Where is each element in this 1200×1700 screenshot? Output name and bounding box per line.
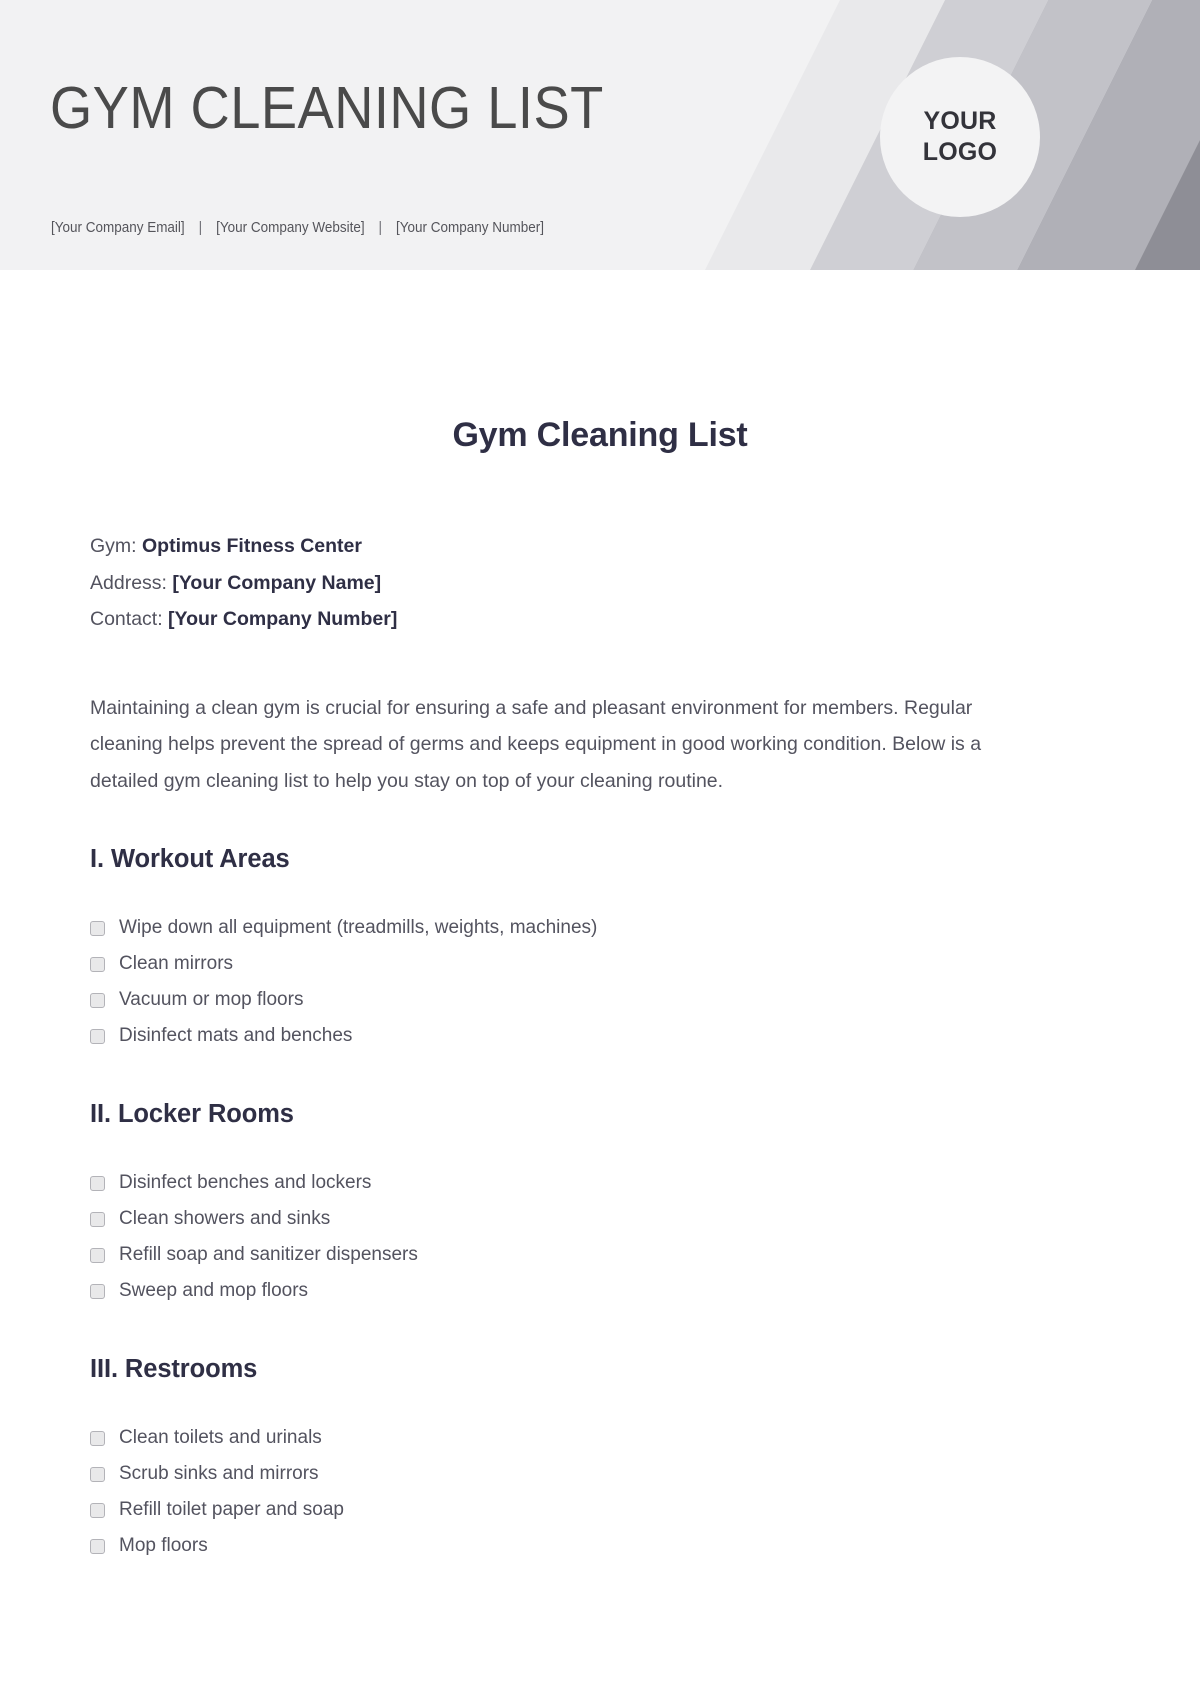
checklist-item-label: Sweep and mop floors [119, 1280, 309, 1301]
checklist-item[interactable]: Disinfect benches and lockers [90, 1165, 1110, 1201]
checkbox-icon[interactable] [90, 1466, 105, 1482]
checklist-item[interactable]: Disinfect mats and benches [90, 1018, 1110, 1054]
checkbox-icon[interactable] [90, 920, 105, 936]
company-email-placeholder: [Your Company Email] [51, 220, 185, 236]
document-title: Gym Cleaning List [452, 416, 748, 454]
checklist-locker-rooms: Disinfect benches and lockers Clean show… [90, 1135, 1110, 1309]
checkbox-icon[interactable] [90, 1211, 105, 1227]
info-row-address: Address: [Your Company Name] [90, 565, 1110, 602]
section-restrooms: III. Restrooms Clean toilets and urinals… [90, 1355, 1110, 1564]
logo-text-line-2: LOGO [922, 138, 998, 166]
section-workout-areas: I. Workout Areas Wipe down all equipment… [90, 845, 1110, 1054]
checklist-item-label: Clean toilets and urinals [119, 1427, 322, 1448]
checklist-item-label: Vacuum or mop floors [119, 989, 304, 1010]
section-heading-locker-rooms: II. Locker Rooms [90, 1100, 294, 1128]
info-row-gym: Gym: Optimus Fitness Center [90, 528, 1110, 565]
checklist-item-label: Clean mirrors [119, 953, 234, 974]
checkbox-icon[interactable] [90, 1502, 105, 1518]
info-value-gym: Optimus Fitness Center [142, 535, 362, 557]
document-page: GYM CLEANING LIST [Your Company Email] |… [0, 0, 1200, 1700]
header-contact-line: [Your Company Email] | [Your Company Web… [51, 220, 544, 236]
checklist-item[interactable]: Refill toilet paper and soap [90, 1492, 1110, 1528]
logo-text-line-1: YOUR [923, 107, 997, 135]
checklist-restrooms: Clean toilets and urinals Scrub sinks an… [90, 1390, 1110, 1564]
checklist-item-label: Refill toilet paper and soap [119, 1499, 344, 1520]
checklist-item-label: Disinfect mats and benches [119, 1025, 353, 1046]
company-number-placeholder: [Your Company Number] [396, 220, 544, 236]
checklist-item[interactable]: Clean mirrors [90, 946, 1110, 982]
checkbox-icon[interactable] [90, 1175, 105, 1191]
checkbox-icon[interactable] [90, 1430, 105, 1446]
section-heading-workout-areas: I. Workout Areas [90, 845, 290, 873]
gym-info-block: Gym: Optimus Fitness Center Address: [Yo… [90, 528, 1110, 638]
info-value-contact: [Your Company Number] [168, 608, 398, 630]
checklist-item[interactable]: Refill soap and sanitizer dispensers [90, 1237, 1110, 1273]
info-row-contact: Contact: [Your Company Number] [90, 601, 1110, 638]
checklist-item-label: Scrub sinks and mirrors [119, 1463, 319, 1484]
checkbox-icon[interactable] [90, 1028, 105, 1044]
info-value-address: [Your Company Name] [172, 571, 382, 594]
checklist-item-label: Clean showers and sinks [119, 1208, 331, 1229]
checklist-item[interactable]: Vacuum or mop floors [90, 982, 1110, 1018]
info-label-gym: Gym: [90, 535, 137, 557]
info-label-contact: Contact: [90, 608, 163, 630]
contact-separator-2: | [378, 220, 383, 236]
checklist-item[interactable]: Clean toilets and urinals [90, 1420, 1110, 1456]
checkbox-icon[interactable] [90, 992, 105, 1008]
checklist-item-label: Refill soap and sanitizer dispensers [119, 1244, 418, 1265]
intro-paragraph: Maintaining a clean gym is crucial for e… [90, 696, 982, 792]
checklist-item-label: Wipe down all equipment (treadmills, wei… [119, 917, 598, 938]
checkbox-icon[interactable] [90, 956, 105, 972]
checklist-item[interactable]: Clean showers and sinks [90, 1201, 1110, 1237]
header-title: GYM CLEANING LIST [50, 75, 604, 141]
contact-separator-1: | [198, 220, 203, 236]
checklist-item[interactable]: Wipe down all equipment (treadmills, wei… [90, 910, 1110, 946]
checklist-item[interactable]: Sweep and mop floors [90, 1273, 1110, 1309]
checkbox-icon[interactable] [90, 1538, 105, 1554]
document-header: GYM CLEANING LIST [Your Company Email] |… [0, 0, 1200, 270]
company-website-placeholder: [Your Company Website] [216, 220, 365, 236]
checklist-item[interactable]: Mop floors [90, 1528, 1110, 1564]
checkbox-icon[interactable] [90, 1283, 105, 1299]
logo-placeholder-badge: YOUR LOGO [880, 57, 1040, 217]
info-label-address: Address: [90, 571, 167, 594]
checklist-item-label: Mop floors [119, 1535, 208, 1556]
checklist-item[interactable]: Scrub sinks and mirrors [90, 1456, 1110, 1492]
section-heading-restrooms: III. Restrooms [90, 1355, 258, 1383]
checkbox-icon[interactable] [90, 1247, 105, 1263]
checklist-item-label: Disinfect benches and lockers [119, 1172, 372, 1193]
document-body: Gym Cleaning List Gym: Optimus Fitness C… [0, 270, 1200, 1564]
checklist-workout-areas: Wipe down all equipment (treadmills, wei… [90, 880, 1110, 1054]
section-locker-rooms: II. Locker Rooms Disinfect benches and l… [90, 1100, 1110, 1309]
